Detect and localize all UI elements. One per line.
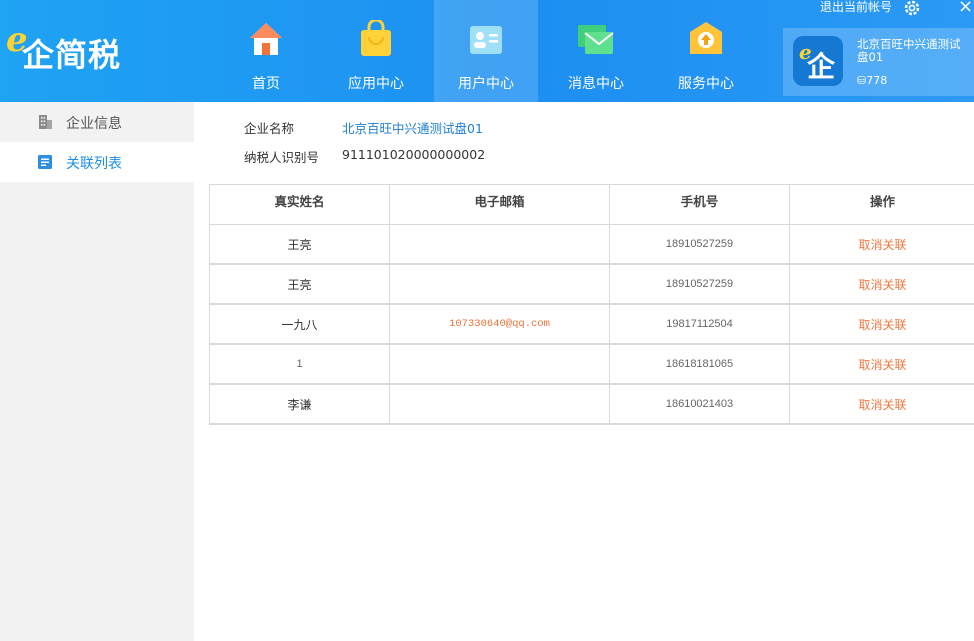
- close-icon[interactable]: ×: [958, 0, 973, 17]
- table-header: 真实姓名 电子邮箱 手机号 操作: [209, 184, 974, 225]
- cell-name: 1: [209, 343, 390, 385]
- table-row: 1 18618181065 取消关联: [209, 343, 974, 385]
- account-card[interactable]: e 企 北京百旺中兴通测试盘01 ⛁778: [783, 28, 974, 96]
- building-icon: [39, 115, 52, 129]
- company-name-row: 企业名称 北京百旺中兴通测试盘01: [244, 118, 483, 137]
- account-company-name: 北京百旺中兴通测试盘01: [857, 37, 961, 64]
- cell-email: [389, 263, 610, 305]
- shopping-bag-icon: [361, 20, 391, 56]
- envelope-icon: [578, 25, 614, 54]
- sidebar-item-company-info[interactable]: 企业信息: [0, 102, 194, 142]
- unlink-button[interactable]: 取消关联: [789, 224, 974, 265]
- tax-id-label: 纳税人识别号: [244, 150, 320, 165]
- sidebar: 企业信息 关联列表: [0, 102, 194, 641]
- nav-label: 首页: [252, 76, 280, 92]
- table-row: 王亮 18910527259 取消关联: [209, 263, 974, 305]
- nav-label: 用户中心: [458, 76, 514, 92]
- unlink-button[interactable]: 取消关联: [789, 343, 974, 385]
- nav-message-center[interactable]: 消息中心: [544, 0, 648, 102]
- sidebar-item-label: 关联列表: [66, 156, 122, 172]
- nav-home[interactable]: 首页: [214, 0, 318, 102]
- table-row: 王亮 18910527259 取消关联: [209, 224, 974, 265]
- cell-email: [389, 343, 610, 385]
- gear-icon[interactable]: [902, 0, 922, 18]
- cell-phone: 18910527259: [609, 263, 790, 305]
- logo-text: 企简税: [22, 36, 122, 74]
- tax-id-value: 911101020000000002: [342, 147, 486, 162]
- table-row: 李谦 18610021403 取消关联: [209, 383, 974, 425]
- service-box-icon: [690, 22, 722, 54]
- column-header-phone: 手机号: [609, 184, 790, 225]
- unlink-button[interactable]: 取消关联: [789, 303, 974, 345]
- sidebar-item-link-list[interactable]: 关联列表: [0, 142, 194, 182]
- column-header-action: 操作: [789, 184, 974, 225]
- account-coins: ⛁778: [857, 74, 888, 87]
- nav-label: 应用中心: [348, 76, 404, 92]
- column-header-name: 真实姓名: [209, 184, 390, 225]
- home-icon: [250, 23, 282, 55]
- cell-phone: 18610021403: [609, 383, 790, 425]
- link-table: 真实姓名 电子邮箱 手机号 操作 王亮 18910527259 取消关联 王亮 …: [209, 184, 974, 425]
- unlink-button[interactable]: 取消关联: [789, 263, 974, 305]
- nav-user-center[interactable]: 用户中心: [434, 0, 538, 102]
- unlink-button[interactable]: 取消关联: [789, 383, 974, 425]
- cell-name: 一九八: [209, 303, 390, 345]
- user-card-icon: [470, 26, 502, 54]
- cell-phone: 18618181065: [609, 343, 790, 385]
- column-header-email: 电子邮箱: [389, 184, 610, 225]
- sidebar-item-label: 企业信息: [66, 116, 122, 132]
- cell-name: 王亮: [209, 224, 390, 265]
- company-name-label: 企业名称: [244, 121, 295, 136]
- list-icon: [38, 155, 52, 169]
- cell-phone: 19817112504: [609, 303, 790, 345]
- avatar: e 企: [793, 36, 843, 86]
- top-header: e 企简税 首页 应用中心 用户中心 消息中心 服务中心 退出当前帐号 × e …: [0, 0, 974, 102]
- cell-phone: 18910527259: [609, 224, 790, 265]
- nav-service-center[interactable]: 服务中心: [654, 0, 758, 102]
- cell-name: 王亮: [209, 263, 390, 305]
- table-row: 一九八 107330640@qq.com 19817112504 取消关联: [209, 303, 974, 345]
- nav-app-center[interactable]: 应用中心: [324, 0, 428, 102]
- logout-link[interactable]: 退出当前帐号: [820, 0, 892, 15]
- company-name-value: 北京百旺中兴通测试盘01: [342, 121, 483, 136]
- tax-id-row: 纳税人识别号 911101020000000002: [244, 147, 485, 166]
- avatar-char: 企: [807, 50, 836, 83]
- cell-name: 李谦: [209, 383, 390, 425]
- cell-email: [389, 224, 610, 265]
- cell-email: [389, 383, 610, 425]
- nav-label: 消息中心: [568, 76, 624, 92]
- cell-email: 107330640@qq.com: [389, 303, 610, 345]
- nav-label: 服务中心: [678, 76, 734, 92]
